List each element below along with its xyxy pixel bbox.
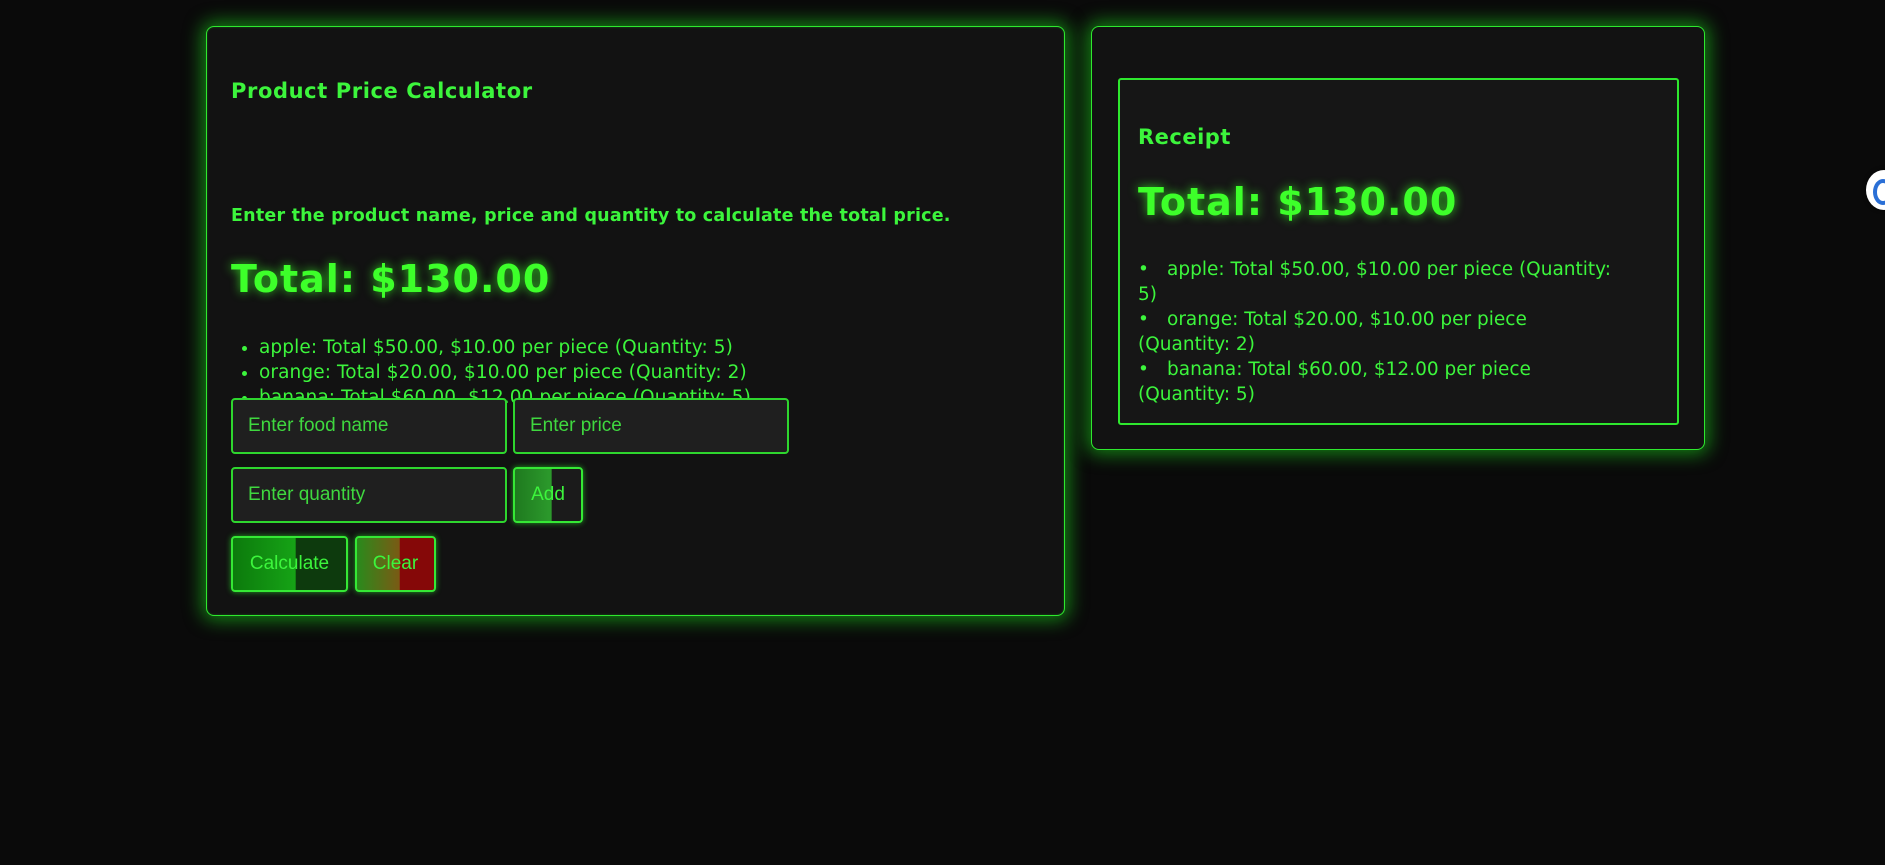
add-button[interactable]: Add [513,467,583,523]
page-title: Product Price Calculator [231,79,533,103]
list-item: apple: Total $50.00, $10.00 per piece (Q… [259,335,751,360]
list-item: orange: Total $20.00, $10.00 per piece (… [259,360,751,385]
receipt-box: Receipt Total: $130.00 apple: Total $50.… [1118,78,1679,425]
receipt-title: Receipt [1138,125,1231,149]
extension-icon[interactable] [1866,170,1885,210]
list-item: banana: Total $60.00, $12.00 per piece (… [1138,357,1618,407]
list-item: apple: Total $50.00, $10.00 per piece (Q… [1138,257,1618,307]
instructions-text: Enter the product name, price and quanti… [231,206,951,226]
price-input[interactable] [513,398,789,454]
receipt-list: apple: Total $50.00, $10.00 per piece (Q… [1138,257,1618,407]
total-amount: Total: $130.00 [231,257,551,301]
quantity-input[interactable] [231,467,507,523]
receipt-panel: Receipt Total: $130.00 apple: Total $50.… [1091,26,1705,450]
list-item: orange: Total $20.00, $10.00 per piece (… [1138,307,1618,357]
food-name-input[interactable] [231,398,507,454]
calculate-button[interactable]: Calculate [231,536,348,592]
receipt-total: Total: $130.00 [1138,180,1458,224]
calculator-panel: Product Price Calculator Enter the produ… [206,26,1065,616]
clear-button[interactable]: Clear [355,536,436,592]
